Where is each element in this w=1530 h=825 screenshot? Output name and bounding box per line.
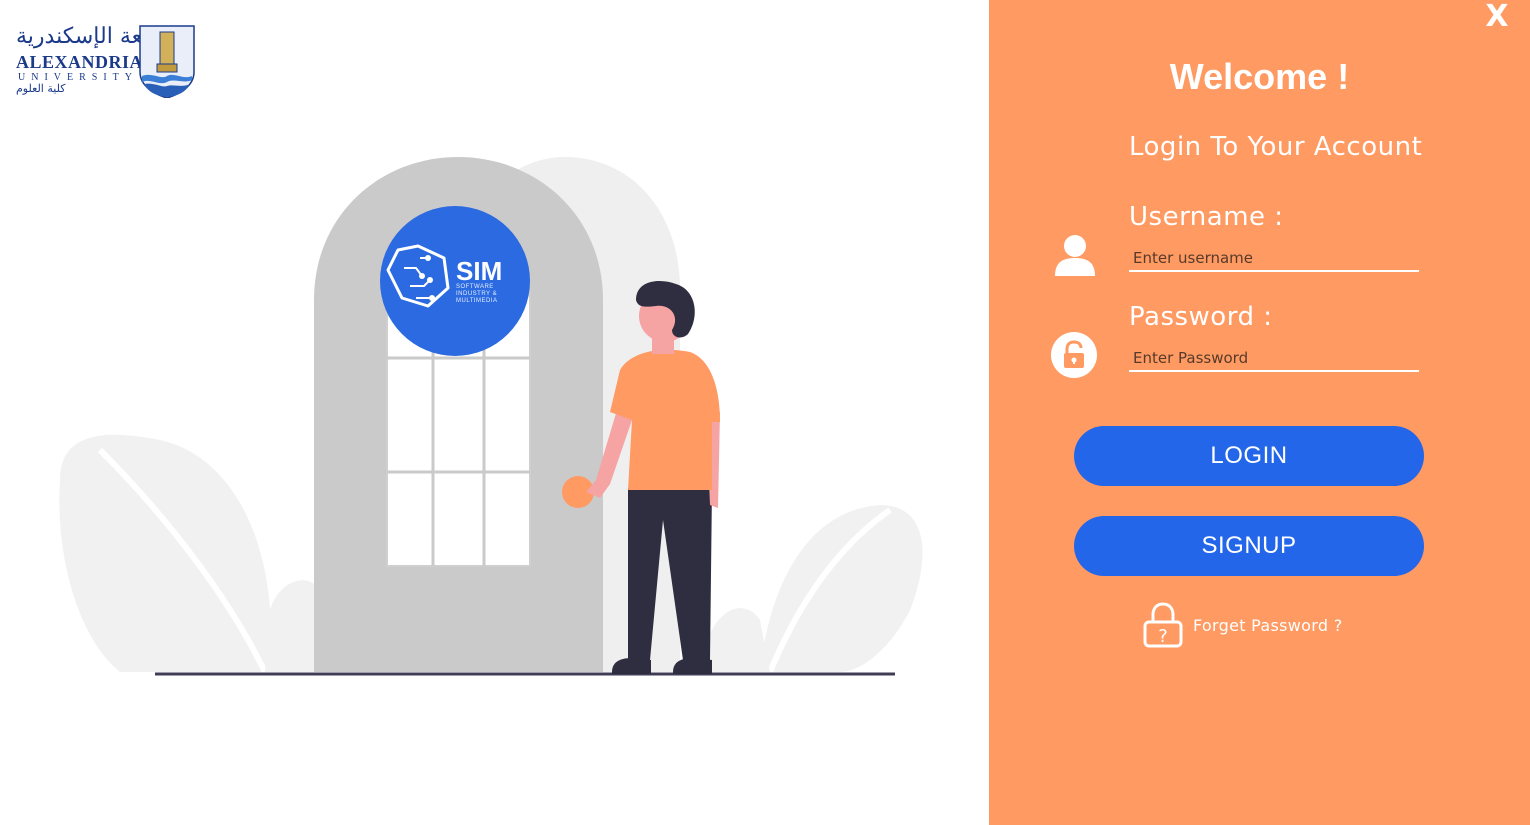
lock-icon (1051, 332, 1097, 378)
sim-title: SIM (456, 256, 503, 286)
lock-question-icon: ? (1143, 602, 1183, 648)
login-panel: X Welcome ! Login To Your Account Userna… (989, 0, 1530, 825)
password-input[interactable] (1129, 346, 1419, 372)
welcome-heading: Welcome ! (1169, 56, 1350, 97)
right-leaf-decoration (704, 505, 923, 674)
sim-subtitle: SOFTWARE INDUSTRY & MULTIMEDIA (456, 284, 498, 304)
logo-faculty-arabic: كلية العلوم (16, 82, 66, 95)
forgot-password-link[interactable]: ? Forget Password ? (1143, 602, 1343, 648)
login-subtitle: Login To Your Account (1129, 132, 1423, 162)
user-icon (1055, 235, 1095, 276)
username-input[interactable] (1129, 246, 1419, 272)
close-button[interactable]: X (1479, 0, 1515, 34)
login-button[interactable]: LOGIN (1074, 426, 1424, 486)
svg-text:?: ? (1158, 626, 1168, 647)
logo-english-name: ALEXANDRIA (16, 52, 144, 72)
username-label: Username : (1129, 202, 1284, 232)
lighthouse-emblem-icon (139, 25, 195, 98)
left-panel: SIM SOFTWARE INDUSTRY & MULTIMEDIA جامعة… (0, 0, 989, 825)
circuit-icon (386, 244, 450, 308)
sim-logo-badge: SIM SOFTWARE INDUSTRY & MULTIMEDIA (380, 206, 530, 356)
door-illustration (59, 157, 923, 676)
password-label: Password : (1129, 302, 1273, 332)
forgot-password-label: Forget Password ? (1193, 615, 1343, 635)
university-logo: جامعة الإسكندرية ALEXANDRIA UNIVERSITY ك… (10, 18, 200, 102)
signup-button[interactable]: SIGNUP (1074, 516, 1424, 576)
left-leaf-decoration (59, 434, 320, 674)
